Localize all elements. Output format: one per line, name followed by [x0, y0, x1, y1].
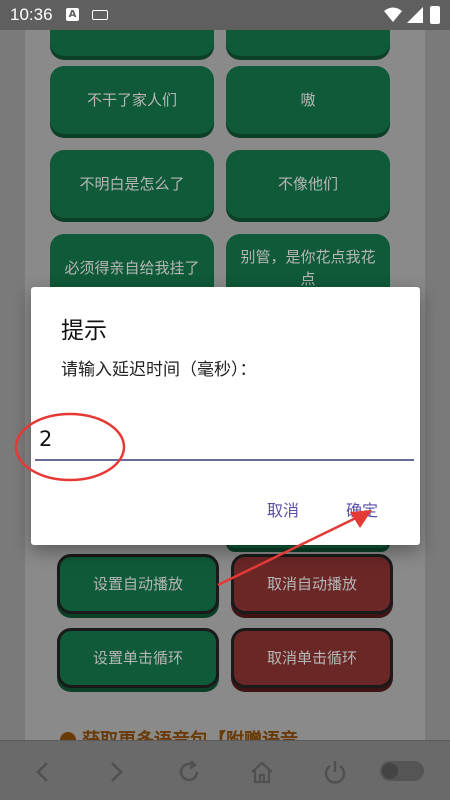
bottom-nav — [0, 740, 450, 800]
power-icon[interactable] — [320, 757, 350, 787]
keyboard-icon — [92, 10, 108, 20]
home-icon[interactable] — [247, 757, 277, 787]
voice-tile[interactable]: 不明白是怎么了 — [50, 150, 214, 218]
battery-icon — [430, 6, 440, 24]
voice-tile[interactable]: 不像他们 — [226, 150, 390, 218]
set-click-loop-button[interactable]: 设置单击循环 — [57, 628, 219, 688]
wifi-icon — [384, 7, 402, 22]
cancel-click-loop-button[interactable]: 取消单击循环 — [231, 628, 393, 688]
promo-text: 获取更多语音包【附赠语音 — [82, 730, 298, 740]
toggle-switch[interactable] — [380, 761, 424, 781]
ok-button[interactable]: 确定 — [346, 497, 378, 521]
voice-tile[interactable] — [226, 30, 390, 56]
status-bar: 10:36 A — [0, 0, 450, 30]
voice-tile[interactable]: 不干了家人们 — [50, 66, 214, 134]
refresh-icon[interactable] — [174, 757, 204, 787]
voice-tile[interactable] — [50, 30, 214, 56]
promo-icon — [60, 732, 76, 740]
notification-a-icon: A — [66, 8, 79, 21]
dialog-message: 请输入延迟时间（毫秒）： — [61, 360, 257, 380]
signal-icon — [407, 7, 423, 23]
promo-link[interactable]: 获取更多语音包【附赠语音 — [60, 726, 298, 740]
voice-tile[interactable]: 嗷 — [226, 66, 390, 134]
forward-icon[interactable] — [101, 757, 131, 787]
delay-input[interactable] — [35, 419, 414, 461]
toggle-knob — [382, 763, 398, 779]
back-icon[interactable] — [28, 757, 58, 787]
dialog-title: 提示 — [61, 318, 107, 344]
delay-input-dialog: 提示 请输入延迟时间（毫秒）： 取消 确定 — [31, 287, 420, 545]
status-time: 10:36 — [10, 5, 53, 24]
set-autoplay-button[interactable]: 设置自动播放 — [57, 554, 219, 614]
cancel-button[interactable]: 取消 — [267, 497, 299, 521]
cancel-autoplay-button[interactable]: 取消自动播放 — [231, 554, 393, 614]
